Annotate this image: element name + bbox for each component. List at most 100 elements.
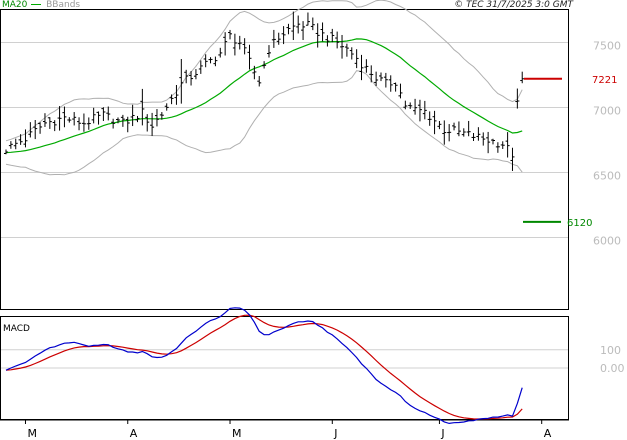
ohlc-bar [174, 84, 179, 105]
ohlc-bar [359, 54, 364, 81]
ohlc-bar [286, 23, 291, 35]
ohlc-bar [461, 128, 466, 137]
ohlc-bar [388, 75, 393, 92]
ohlc-bar [96, 111, 101, 125]
macd-y-tick-labels: 100 0.00 [600, 344, 625, 375]
ohlc-bar [179, 58, 184, 104]
ohlc-bar [515, 88, 520, 109]
ohlc-bar [101, 107, 106, 121]
ohlc-bar [52, 120, 57, 132]
ohlc-bar [505, 132, 510, 158]
ohlc-bar [232, 33, 237, 56]
ohlc-bar [242, 38, 247, 55]
ohlc-bar [310, 17, 315, 31]
macd-series [5, 307, 523, 425]
ohlc-bar [452, 122, 457, 131]
macd-line [5, 307, 523, 425]
ohlc-bar [8, 141, 13, 149]
signal-line [5, 314, 523, 420]
time-axis-label: M [27, 427, 37, 440]
ohlc-bar [223, 32, 228, 56]
macd-y-tick-label: 100 [600, 344, 621, 357]
price-y-tick-label: 6500 [593, 170, 621, 183]
ohlc-bar [193, 69, 198, 80]
ohlc-bar [466, 120, 471, 137]
ohlc-bar [150, 112, 155, 136]
ohlc-bar [203, 54, 208, 68]
ohlc-bar [330, 28, 335, 43]
chart-canvas: 7500 7000 6500 6000 100 0.00 M A M J J A 7221 6120… [0, 0, 625, 440]
legend-ma20-swatch [31, 4, 42, 5]
macd-gridlines [1, 349, 568, 369]
ohlc-bar [320, 22, 325, 42]
ohlc-bar [427, 111, 432, 126]
ohlc-bar [398, 83, 403, 99]
ohlc-bar [228, 29, 233, 40]
ohlc-bar [305, 12, 310, 26]
ohlc-bar [169, 94, 174, 105]
ohlc-bar [471, 132, 476, 142]
ohlc-bar [369, 65, 374, 83]
price-y-tick-label: 7000 [593, 105, 621, 118]
ohlc-bar [106, 106, 111, 121]
price-y-tick-labels: 7500 7000 6500 6000 [593, 40, 621, 248]
ohlc-bar [13, 138, 18, 150]
time-axis-label: A [544, 427, 552, 440]
ohlc-bar [486, 131, 491, 154]
ohlc-bar [447, 124, 452, 142]
ohlc-bar [340, 34, 345, 59]
ohlc-bar [481, 132, 486, 146]
ohlc-bar [164, 103, 169, 111]
ohlc-bar [86, 117, 91, 130]
ohlc-bar [456, 121, 461, 137]
time-axis-label: J [333, 427, 337, 440]
price-y-tick-label: 6000 [593, 235, 621, 248]
ohlc-bar [437, 121, 442, 130]
legend-ma20: MA20 [2, 0, 28, 10]
ohlc-bar [184, 69, 189, 84]
ohlc-bar [349, 47, 354, 60]
legend-bbands: BBands [46, 0, 81, 10]
upper-level-label: 7221 [592, 75, 617, 86]
ohlc-bar [325, 35, 330, 47]
ohlc-bar [77, 117, 82, 131]
ohlc-bar [364, 59, 369, 73]
time-axis-ticks: MAMJJA [24, 420, 552, 440]
macd-panel-title: MACD [3, 324, 30, 334]
ohlc-bar [154, 109, 159, 127]
ohlc-bar [145, 114, 150, 132]
time-axis-label: M [232, 427, 242, 440]
ohlc-bar [413, 98, 418, 115]
level-lines: 7221 6120 [523, 75, 617, 229]
ohlc-bar [4, 149, 8, 155]
ohlc-bar [378, 72, 383, 82]
ohlc-bar [432, 110, 437, 135]
ohlc-bar [247, 44, 252, 70]
ohlc-bar [57, 106, 62, 131]
ohlc-bar [301, 21, 306, 40]
ohlc-bar [315, 23, 320, 48]
ohlc-bar [47, 117, 52, 129]
ohlc-bar [510, 147, 515, 171]
ohlc-bar [500, 141, 505, 150]
ohlc-bar [62, 106, 67, 128]
ohlc-bar [125, 116, 130, 133]
legend: MA20 BBands [2, 0, 80, 10]
ohlc-bar [33, 120, 38, 140]
ohlc-bar [67, 117, 72, 123]
ohlc-bar [393, 82, 398, 92]
ohlc-bar [271, 29, 276, 48]
time-axis-label: A [130, 427, 138, 440]
bbands-series [5, 0, 523, 176]
ohlc-bar [354, 49, 359, 69]
ohlc-bar [520, 71, 525, 84]
source-copyright: © TEC 31/7/2025 3:0 GMT [454, 0, 573, 10]
ohlc-bar [495, 142, 500, 153]
ohlc-bar [296, 15, 301, 34]
ohlc-bar [383, 72, 388, 88]
ohlc-bar [208, 57, 213, 64]
ohlc-bar [213, 56, 218, 67]
time-axis-label: J [440, 427, 444, 440]
ohlc-bar [417, 99, 422, 122]
macd-y-tick-label: 0.00 [600, 362, 625, 375]
